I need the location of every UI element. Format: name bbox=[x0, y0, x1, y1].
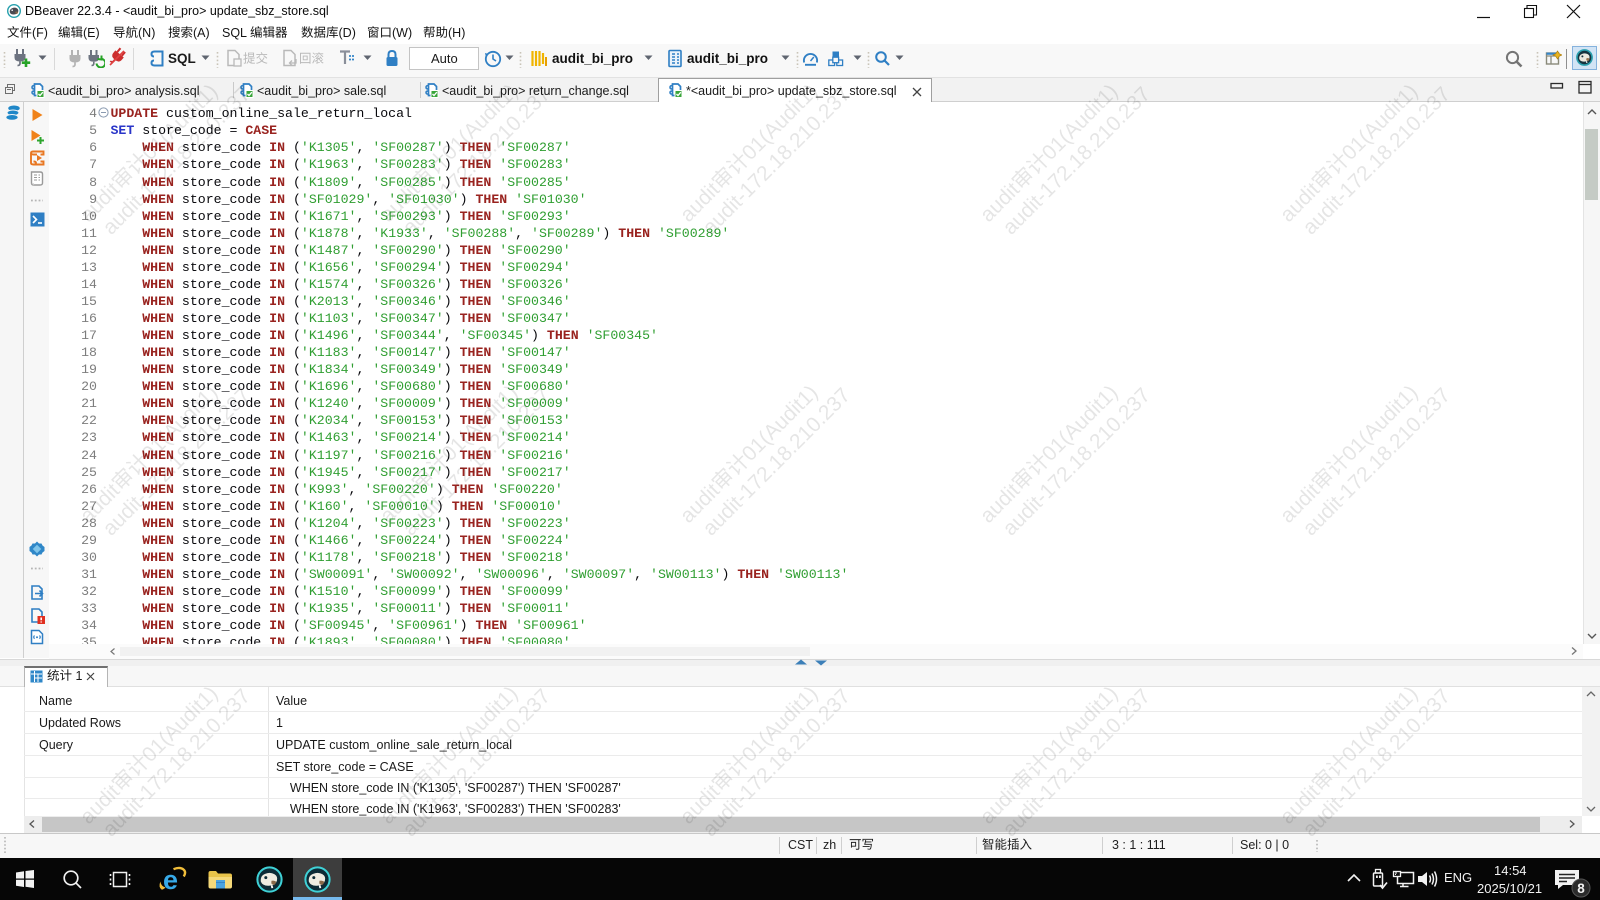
svg-text:8: 8 bbox=[1577, 881, 1585, 896]
